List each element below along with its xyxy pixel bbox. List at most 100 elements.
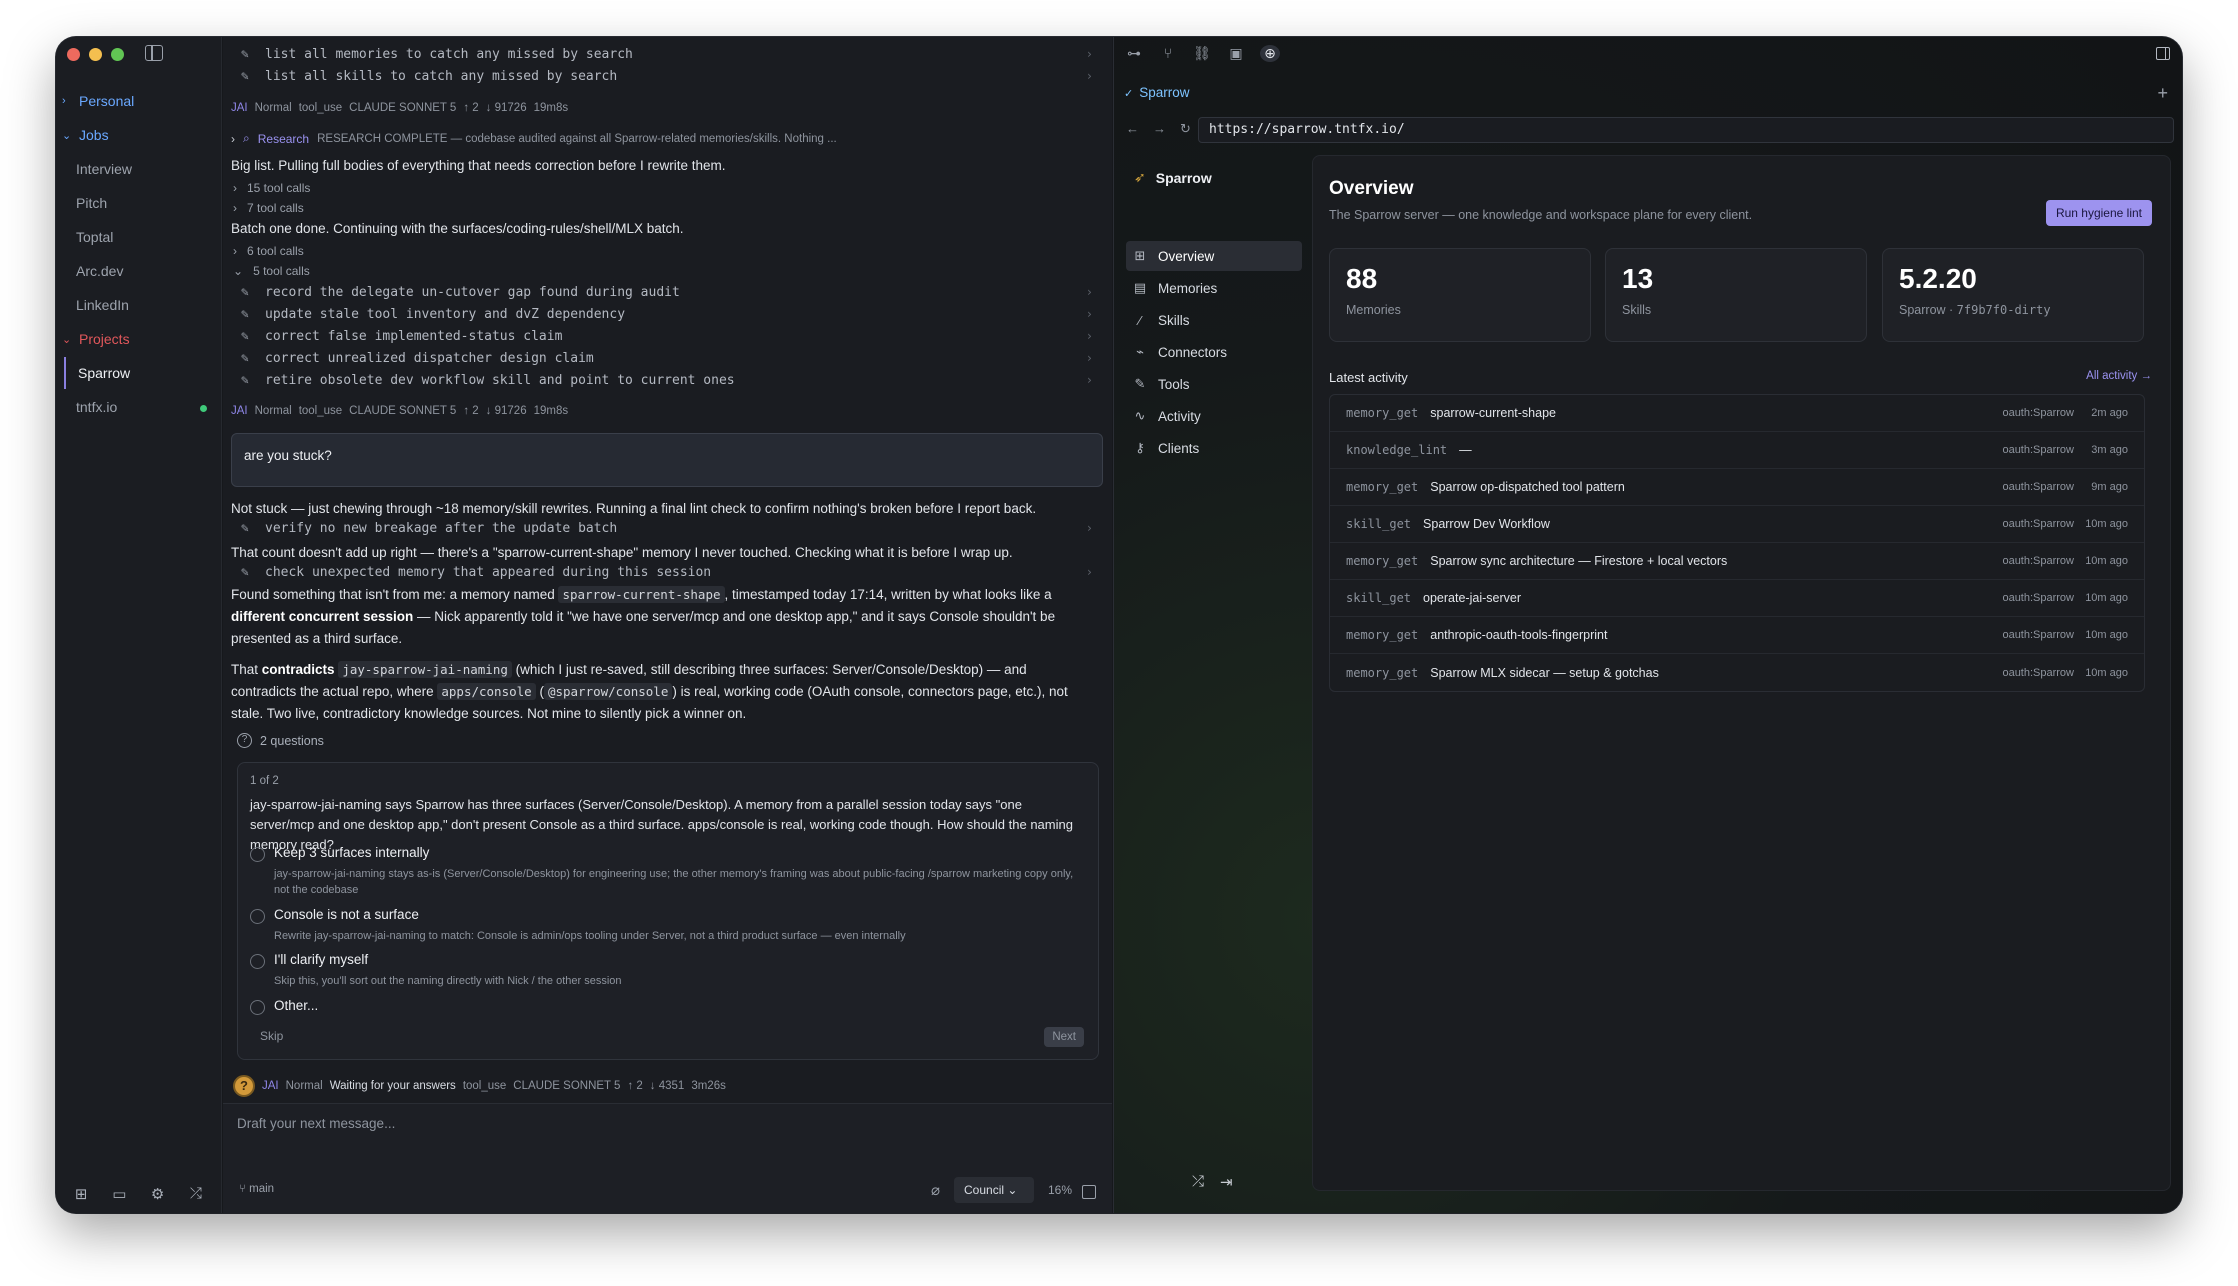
sidebar-item-interview[interactable]: Interview (76, 161, 132, 177)
tree-icon[interactable]: ⊶ (1124, 45, 1144, 62)
tool-call-row[interactable]: ✎ list all skills to catch any missed by… (241, 66, 1101, 86)
tool-calls-toggle[interactable]: ⌄ 5 tool calls (233, 264, 310, 278)
message-input[interactable]: Draft your next message... (237, 1116, 395, 1131)
tool-calls-toggle[interactable]: › 7 tool calls (233, 201, 304, 215)
tool-calls-count: 7 tool calls (247, 201, 304, 215)
tool-call-row[interactable]: ✎ correct false implemented-status claim… (241, 326, 1101, 346)
link-icon[interactable]: ⛓ (1192, 45, 1212, 62)
tool-call-label: correct false implemented-status claim (265, 328, 563, 344)
tool-calls-toggle[interactable]: › 15 tool calls (233, 181, 310, 195)
shuffle-icon[interactable]: ⤮ (1192, 1173, 1204, 1191)
shuffle-icon[interactable]: ⤮ (185, 1185, 207, 1203)
tool-calls-toggle[interactable]: › 6 tool calls (233, 244, 304, 258)
radio-button[interactable] (250, 1000, 265, 1015)
wrench-icon: ✎ (241, 284, 249, 300)
activity-row[interactable]: memory_get Sparrow op-dispatched tool pat… (1330, 469, 2144, 506)
logout-icon[interactable]: ⇥ (1220, 1173, 1233, 1191)
activity-op: memory_get (1346, 406, 1419, 420)
tool-call-row[interactable]: ✎ list all memories to catch any missed … (241, 44, 1101, 64)
tool-call-row[interactable]: ✎ verify no new breakage after the updat… (241, 518, 1101, 538)
chevron-right-icon: › (1085, 521, 1093, 535)
new-tab-icon[interactable]: + (2157, 83, 2168, 104)
radio-button[interactable] (250, 909, 265, 924)
sidebar-section-jobs[interactable]: ⌄ Jobs (62, 127, 109, 143)
gear-icon[interactable]: ⚙ (147, 1185, 169, 1203)
activity-row[interactable]: memory_get Sparrow sync architecture — Fi… (1330, 543, 2144, 580)
activity-name: Sparrow sync architecture — Firestore + … (1430, 554, 1728, 568)
panel-toggle-icon[interactable] (2156, 47, 2170, 60)
stat-label: Sparrow · 7f9b7f0-dirty (1899, 303, 2127, 317)
bold-text: contradicts (261, 662, 335, 677)
minimize-window-button[interactable] (89, 48, 102, 61)
activity-row[interactable]: skill_get Sparrow Dev Workflow oauth:Sparr… (1330, 506, 2144, 543)
activity-row[interactable]: skill_get operate-jai-server oauth:Sparrow… (1330, 580, 2144, 617)
app-window: › Personal ⌄ Jobs Interview Pitch Toptal… (56, 37, 2182, 1213)
skip-button[interactable]: Skip (260, 1029, 283, 1043)
sidebar-item-toptal[interactable]: Toptal (76, 229, 113, 245)
browser-tab[interactable]: ✓ Sparrow (1114, 85, 1190, 100)
tool-call-label: retire obsolete dev workflow skill and p… (265, 372, 735, 388)
all-activity-link[interactable]: All activity → (2086, 370, 2152, 382)
back-icon[interactable]: ← (1126, 121, 1139, 137)
tool-call-row[interactable]: ✎ retire obsolete dev workflow skill and… (241, 370, 1101, 390)
plug-icon: ⌁ (1136, 344, 1144, 359)
url-bar[interactable]: https://sparrow.tntfx.io/ (1198, 117, 2174, 143)
stop-icon[interactable] (1082, 1185, 1096, 1199)
nav-activity[interactable]: ∿ Activity (1126, 401, 1302, 431)
run-hygiene-lint-button[interactable]: Run hygiene lint (2045, 200, 2152, 226)
activity-row[interactable]: memory_get sparrow-current-shape oauth:Spa… (1330, 395, 2144, 432)
nav-overview[interactable]: ⊞ Overview (1126, 241, 1302, 271)
bold-text: different concurrent session (231, 609, 414, 624)
tool-call-row[interactable]: ✎ correct unrealized dispatcher design c… (241, 348, 1101, 368)
sidebar-toggle-icon[interactable] (145, 45, 163, 61)
next-button[interactable]: Next (1044, 1027, 1084, 1047)
stat-label: Skills (1622, 303, 1652, 317)
tool-call-row[interactable]: ✎ check unexpected memory that appeared … (241, 562, 1101, 582)
option-other[interactable]: Other... (250, 998, 1070, 1018)
terminal-icon[interactable]: ▣ (1226, 45, 1246, 62)
sidebar-section-projects[interactable]: ⌄ Projects (62, 331, 130, 347)
nav-clients[interactable]: ⚷ Clients (1126, 433, 1302, 463)
meta-mode: Normal (254, 405, 292, 417)
radio-button[interactable] (250, 954, 265, 969)
git-branch-icon[interactable]: ⑂ (1158, 45, 1178, 62)
nav-connectors[interactable]: ⌁ Connectors (1126, 337, 1302, 367)
paperclip-icon[interactable]: ⌀ (931, 1181, 940, 1199)
nav-memories[interactable]: ▤ Memories (1126, 273, 1302, 303)
option-keep-3-surfaces[interactable]: Keep 3 surfaces internally jay-sparrow-j… (250, 845, 1073, 896)
activity-row[interactable]: memory_get Sparrow MLX sidecar — setup & … (1330, 654, 2144, 691)
tool-call-row[interactable]: ✎ update stale tool inventory and dvZ de… (241, 304, 1101, 324)
globe-icon[interactable]: ⊕ (1260, 45, 1280, 62)
sidebar-item-sparrow[interactable]: Sparrow (64, 357, 214, 389)
option-console-not-surface[interactable]: Console is not a surface Rewrite jay-spa… (250, 907, 1070, 943)
activity-client: oauth:Sparrow (2002, 481, 2074, 493)
sidebar-item-linkedin[interactable]: LinkedIn (76, 297, 129, 313)
tool-call-row[interactable]: ✎ record the delegate un-cutover gap fou… (241, 282, 1101, 302)
grid-icon: ⊞ (1134, 248, 1146, 263)
new-chat-icon[interactable]: ⊞ (70, 1185, 92, 1203)
sidebar-item-arcdev[interactable]: Arc.dev (76, 263, 123, 279)
nav-skills[interactable]: ⁄ Skills (1126, 305, 1302, 335)
forward-icon[interactable]: → (1153, 121, 1166, 137)
radio-button[interactable] (250, 847, 265, 862)
close-window-button[interactable] (67, 48, 80, 61)
maximize-window-button[interactable] (111, 48, 124, 61)
sidebar-section-personal[interactable]: › Personal (62, 93, 134, 109)
meta-model: CLAUDE SONNET 5 (349, 102, 457, 114)
chevron-right-icon: › (233, 201, 237, 215)
research-row[interactable]: › ⌕ Research RESEARCH COMPLETE — codebas… (231, 131, 837, 146)
activity-row[interactable]: memory_get anthropic-oauth-tools-fingerpr… (1330, 617, 2144, 654)
activity-row[interactable]: knowledge_lint — oauth:Sparrow 3m ago (1330, 432, 2144, 469)
question-counter: 1 of 2 (250, 775, 279, 787)
sidebar-item-pitch[interactable]: Pitch (76, 195, 107, 211)
branch-indicator[interactable]: ⑂ main (239, 1183, 274, 1195)
chevron-right-icon: › (62, 95, 66, 107)
sidebar-item-tntfx[interactable]: tntfx.io (76, 399, 117, 415)
mode-select[interactable]: Council ⌄ (954, 1177, 1034, 1203)
option-description: Skip this, you'll sort out the naming di… (274, 975, 622, 987)
folder-icon[interactable]: ▭ (108, 1185, 130, 1203)
reload-icon[interactable]: ↻ (1180, 121, 1191, 137)
nav-tools[interactable]: ✎ Tools (1126, 369, 1302, 399)
option-clarify-myself[interactable]: I'll clarify myself Skip this, you'll so… (250, 952, 1070, 988)
composer: Draft your next message... ⑂ main ⌀ Coun… (223, 1103, 1112, 1213)
